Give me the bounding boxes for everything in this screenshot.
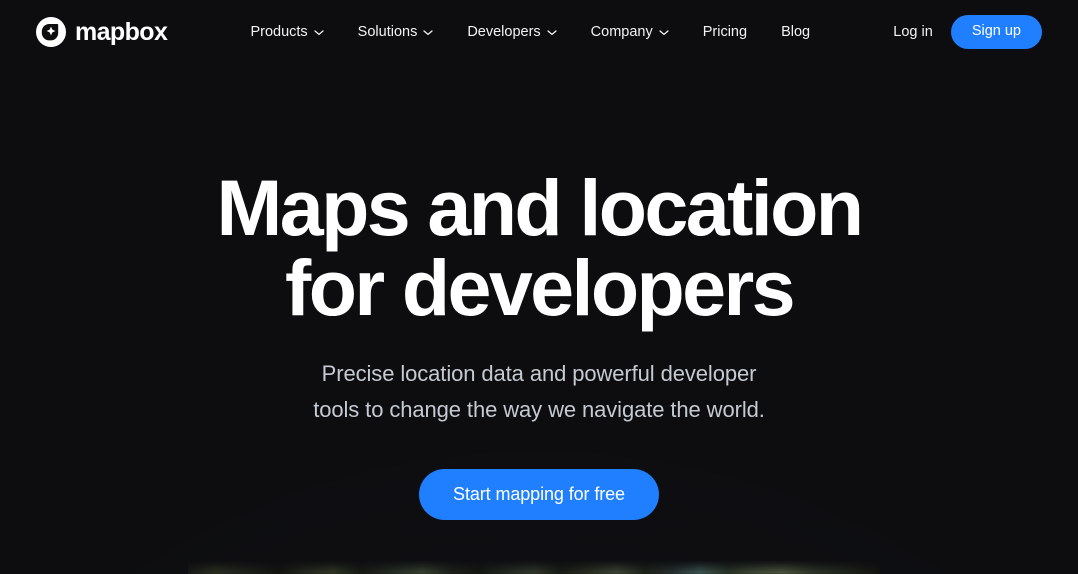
satellite-map-strip xyxy=(188,560,880,574)
nav-item-developers[interactable]: Developers xyxy=(467,18,557,46)
nav-item-solutions[interactable]: Solutions xyxy=(358,18,434,46)
hero-subtitle-line-2: tools to change the way we navigate the … xyxy=(313,396,765,422)
main-navigation: mapbox Products Solutions Developers Com… xyxy=(0,0,1078,64)
nav-item-label: Pricing xyxy=(702,24,748,40)
hero-subtitle-line-1: Precise location data and powerful devel… xyxy=(321,361,757,387)
nav-item-label: Products xyxy=(250,24,308,40)
chevron-down-icon xyxy=(547,28,557,36)
nav-item-label: Blog xyxy=(781,24,811,40)
nav-item-company[interactable]: Company xyxy=(591,18,669,46)
hero-headline: Maps and location for developers xyxy=(0,163,1078,333)
signup-button[interactable]: Sign up xyxy=(950,15,1042,49)
brand-wordmark: mapbox xyxy=(75,17,168,46)
nav-item-label: Developers xyxy=(467,24,541,40)
nav-item-products[interactable]: Products xyxy=(250,18,324,46)
hero-headline-line-2: for developers xyxy=(285,243,796,333)
nav-actions: Log in Sign up xyxy=(893,15,1042,49)
mapbox-logo-icon xyxy=(36,17,66,47)
nav-item-blog[interactable]: Blog xyxy=(781,18,810,46)
nav-menu: Products Solutions Developers Company Pr… xyxy=(167,18,893,46)
nav-item-pricing[interactable]: Pricing xyxy=(703,18,747,46)
hero-section: Maps and location for developers Precise… xyxy=(0,64,1078,521)
hero-cta-container: Start mapping for free xyxy=(0,468,1078,521)
start-mapping-button[interactable]: Start mapping for free xyxy=(419,468,659,521)
chevron-down-icon xyxy=(423,28,433,36)
hero-subtitle: Precise location data and powerful devel… xyxy=(0,356,1078,427)
chevron-down-icon xyxy=(659,28,669,36)
brand-home-link[interactable]: mapbox xyxy=(36,17,168,47)
chevron-down-icon xyxy=(314,28,324,36)
login-link[interactable]: Log in xyxy=(893,24,933,40)
hero-headline-line-1: Maps and location xyxy=(216,163,865,252)
nav-item-label: Solutions xyxy=(357,24,418,40)
nav-item-label: Company xyxy=(590,24,653,40)
